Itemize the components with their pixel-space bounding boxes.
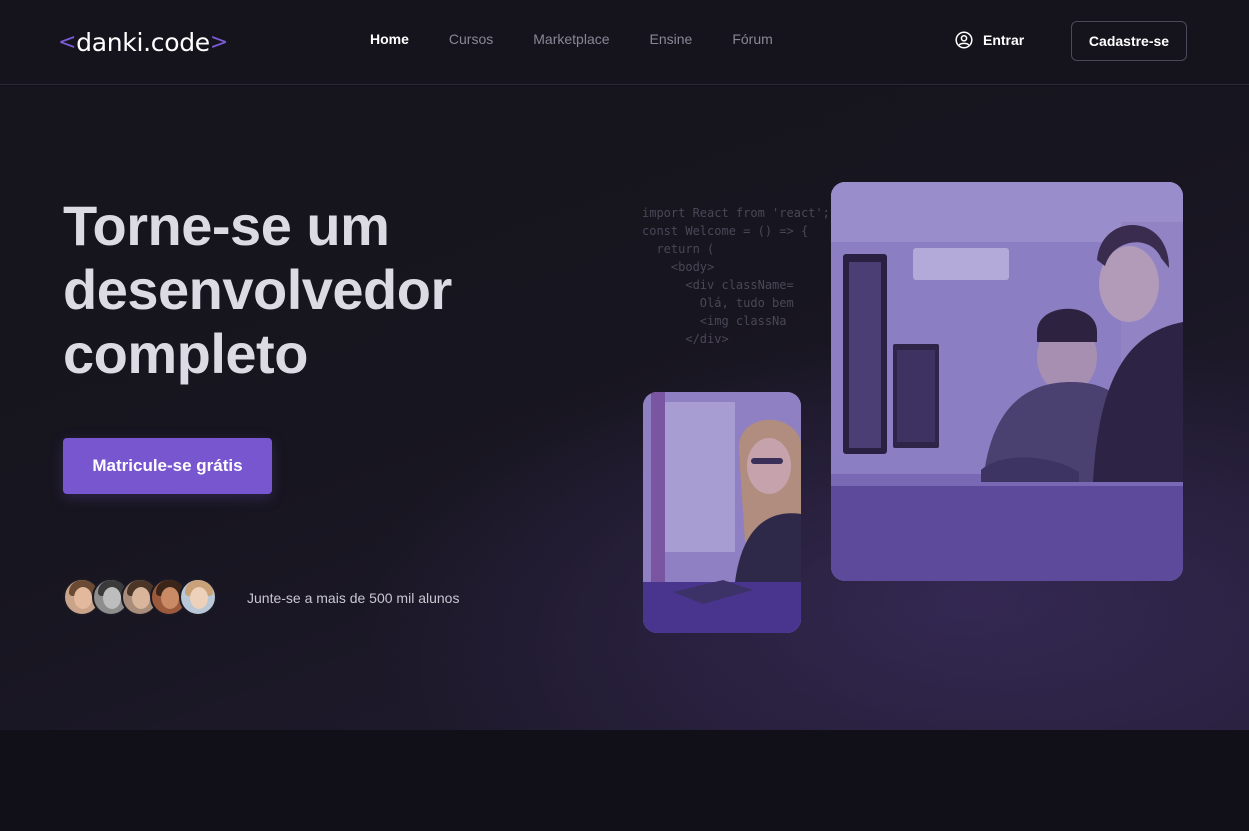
code-line: <div className= — [642, 278, 794, 292]
site-header: < danki . code > Home Cursos Marketplace… — [0, 0, 1249, 85]
nav-cursos[interactable]: Cursos — [449, 31, 493, 47]
code-line: const Welcome = () => { — [642, 224, 809, 238]
signup-button[interactable]: Cadastre-se — [1071, 21, 1187, 61]
hero-photo-developers — [831, 182, 1183, 581]
nav-ensine[interactable]: Ensine — [650, 31, 693, 47]
code-line: <img classNa — [642, 314, 787, 328]
hero-section: Torne-se um desenvolvedor completo Matri… — [0, 86, 1249, 730]
code-line: import React from 'react'; — [642, 206, 830, 220]
logo-suffix: code — [150, 27, 210, 57]
code-line: </div> — [642, 332, 729, 346]
logo-bracket-close: > — [209, 29, 228, 55]
code-line: <body> — [642, 260, 715, 274]
nav-marketplace[interactable]: Marketplace — [533, 31, 609, 47]
nav-forum[interactable]: Fórum — [732, 31, 772, 47]
main-nav: Home Cursos Marketplace Ensine Fórum — [370, 31, 813, 47]
enroll-free-button[interactable]: Matricule-se grátis — [63, 438, 272, 494]
hero-photo-student — [643, 392, 801, 633]
logo-name: danki — [76, 27, 144, 57]
user-circle-icon — [955, 31, 973, 49]
avatar — [179, 578, 217, 616]
student-avatars — [63, 578, 217, 618]
page-footer-area — [0, 730, 1249, 831]
logo-bracket-open: < — [58, 29, 77, 55]
hero-title-line: completo — [63, 322, 308, 385]
login-link[interactable]: Entrar — [955, 31, 1024, 49]
student-illustration — [643, 392, 801, 633]
developers-illustration — [831, 182, 1183, 581]
hero-title: Torne-se um desenvolvedor completo — [63, 194, 583, 386]
logo[interactable]: < danki . code > — [58, 26, 228, 58]
login-label: Entrar — [983, 32, 1025, 48]
logo-dot: . — [143, 27, 151, 57]
code-line: return ( — [642, 242, 715, 256]
nav-home[interactable]: Home — [370, 31, 409, 47]
hero-title-line: Torne-se um — [63, 194, 390, 257]
code-snippet-background: import React from 'react'; const Welcome … — [642, 204, 842, 384]
social-proof-text: Junte-se a mais de 500 mil alunos — [247, 590, 460, 606]
code-line: Olá, tudo bem — [642, 296, 794, 310]
hero-title-line: desenvolvedor — [63, 258, 452, 321]
